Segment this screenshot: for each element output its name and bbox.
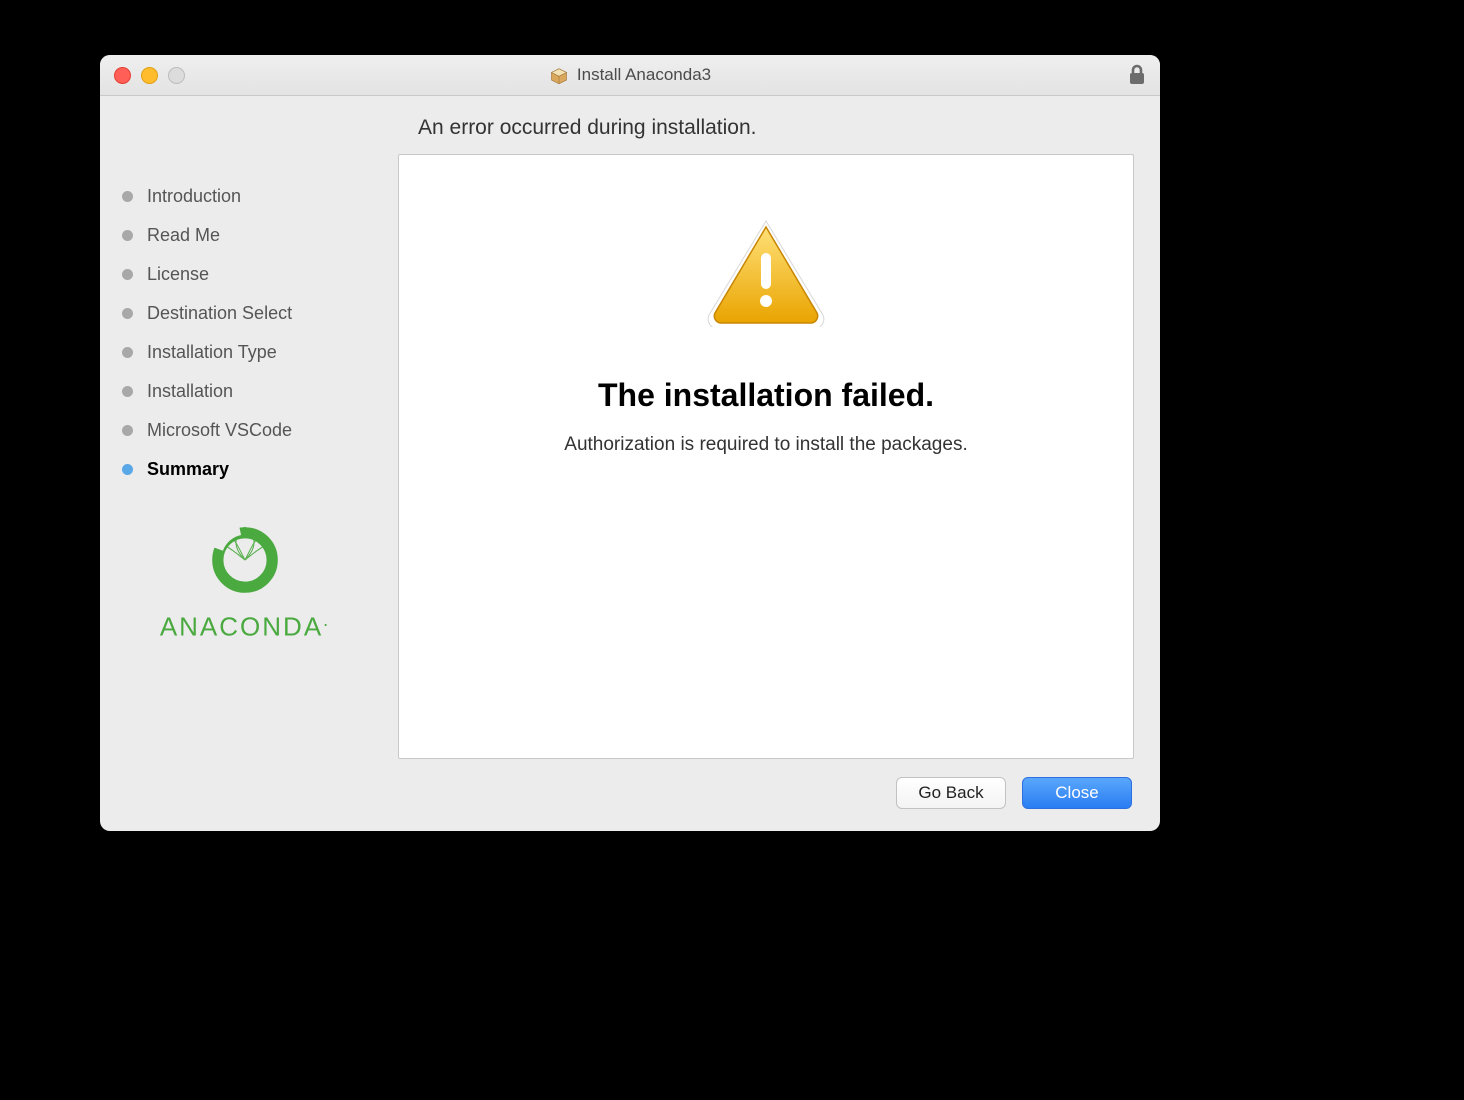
step-label: Read Me: [147, 225, 220, 246]
warning-icon: [701, 215, 831, 332]
close-window-button[interactable]: [114, 67, 131, 84]
installer-window: Install Anaconda3 An error occurred duri…: [100, 55, 1160, 831]
sidebar: Introduction Read Me License Destination…: [122, 154, 398, 759]
main-row: Introduction Read Me License Destination…: [100, 154, 1160, 759]
failure-title: The installation failed.: [598, 377, 934, 414]
step-microsoft-vscode: Microsoft VSCode: [122, 420, 398, 441]
content-panel: The installation failed. Authorization i…: [398, 154, 1134, 759]
bullet-icon: [122, 308, 133, 319]
step-license: License: [122, 264, 398, 285]
anaconda-ring-icon: [205, 520, 285, 600]
lock-icon[interactable]: [1128, 64, 1146, 91]
close-button[interactable]: Close: [1022, 777, 1132, 809]
step-installation-type: Installation Type: [122, 342, 398, 363]
bullet-icon: [122, 386, 133, 397]
step-label: Microsoft VSCode: [147, 420, 292, 441]
bullet-icon: [122, 230, 133, 241]
bullet-icon: [122, 425, 133, 436]
brand-name: ANACONDA.: [122, 610, 368, 643]
bullet-icon: [122, 464, 133, 475]
go-back-button[interactable]: Go Back: [896, 777, 1006, 809]
step-label: Introduction: [147, 186, 241, 207]
step-installation: Installation: [122, 381, 398, 402]
zoom-window-button[interactable]: [168, 67, 185, 84]
window-title-text: Install Anaconda3: [577, 65, 711, 85]
step-list: Introduction Read Me License Destination…: [122, 186, 398, 480]
bullet-icon: [122, 347, 133, 358]
titlebar: Install Anaconda3: [100, 55, 1160, 96]
page-heading: An error occurred during installation.: [418, 116, 1160, 140]
step-label: Installation Type: [147, 342, 277, 363]
installer-body: An error occurred during installation. I…: [100, 96, 1160, 831]
step-label: Installation: [147, 381, 233, 402]
step-read-me: Read Me: [122, 225, 398, 246]
package-icon: [549, 65, 569, 85]
footer: Go Back Close: [100, 759, 1160, 831]
step-label: Summary: [147, 459, 229, 480]
failure-message: Authorization is required to install the…: [564, 434, 967, 456]
traffic-lights: [114, 67, 185, 84]
step-label: License: [147, 264, 209, 285]
minimize-window-button[interactable]: [141, 67, 158, 84]
step-destination-select: Destination Select: [122, 303, 398, 324]
step-introduction: Introduction: [122, 186, 398, 207]
step-label: Destination Select: [147, 303, 292, 324]
bullet-icon: [122, 269, 133, 280]
step-summary: Summary: [122, 459, 398, 480]
window-title: Install Anaconda3: [100, 65, 1160, 85]
bullet-icon: [122, 191, 133, 202]
brand-logo: ANACONDA.: [122, 520, 398, 643]
